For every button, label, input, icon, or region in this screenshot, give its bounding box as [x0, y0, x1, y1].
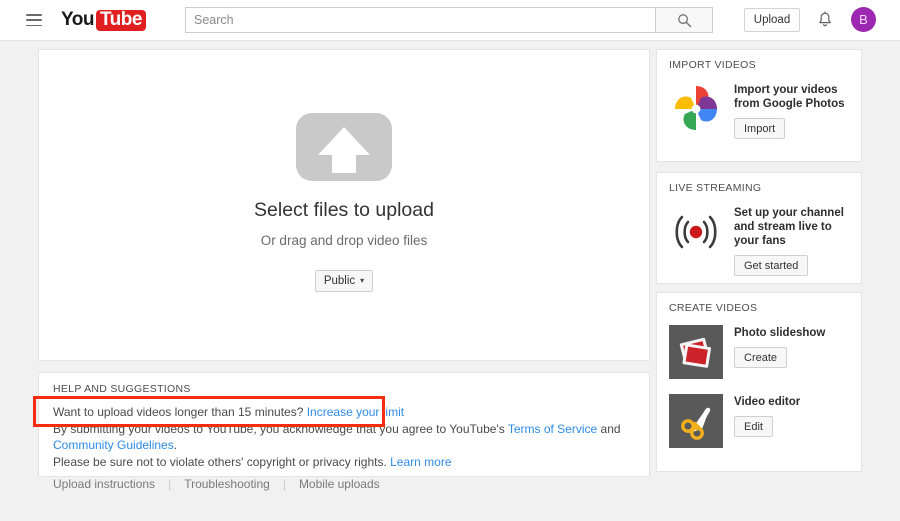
search-icon	[677, 13, 692, 28]
notifications-bell-icon[interactable]	[816, 9, 834, 31]
import-videos-heading: IMPORT VIDEOS	[669, 59, 849, 71]
user-avatar[interactable]: B	[851, 7, 876, 32]
upload-instructions-link[interactable]: Upload instructions	[53, 477, 155, 491]
learn-more-link[interactable]: Learn more	[390, 455, 451, 469]
upload-button[interactable]: Upload	[744, 8, 800, 32]
upload-dropzone-inner: Select files to upload Or drag and drop …	[39, 50, 649, 360]
help-copyright-text: Please be sure not to violate others' co…	[53, 455, 390, 469]
help-and-suggestions-card: HELP AND SUGGESTIONS Want to upload vide…	[38, 372, 650, 477]
logo-you-text: You	[61, 10, 94, 30]
hamburger-menu-icon[interactable]	[26, 14, 42, 26]
live-streaming-card: LIVE STREAMING Set up your channel and s…	[656, 172, 862, 284]
increase-your-limit-link[interactable]: Increase your limit	[307, 405, 404, 419]
upload-dropzone-card[interactable]: Select files to upload Or drag and drop …	[38, 49, 650, 361]
upload-arrow-icon[interactable]	[296, 113, 392, 181]
photo-slideshow-row: Photo slideshow Create	[669, 325, 849, 379]
upload-title: Select files to upload	[254, 199, 434, 222]
import-button[interactable]: Import	[734, 118, 785, 139]
chevron-down-icon: ▾	[360, 277, 364, 285]
terms-of-service-link[interactable]: Terms of Service	[508, 422, 597, 436]
help-terms-period: .	[174, 438, 177, 452]
live-streaming-body: Set up your channel and stream live to y…	[734, 205, 849, 276]
help-limit-text: Want to upload videos longer than 15 min…	[53, 405, 307, 419]
help-terms-and: and	[597, 422, 620, 436]
community-guidelines-link[interactable]: Community Guidelines	[53, 438, 174, 452]
photo-slideshow-body: Photo slideshow Create	[734, 325, 825, 368]
search-button[interactable]	[655, 7, 713, 33]
edit-video-button[interactable]: Edit	[734, 416, 773, 437]
google-photos-icon	[669, 82, 723, 136]
logo-tube-text: Tube	[96, 10, 146, 31]
live-streaming-row: Set up your channel and stream live to y…	[669, 205, 849, 276]
mobile-uploads-link[interactable]: Mobile uploads	[299, 477, 380, 491]
privacy-dropdown-button[interactable]: Public ▾	[315, 270, 373, 292]
top-header: You Tube Upload B	[0, 0, 900, 41]
privacy-dropdown-value: Public	[324, 275, 355, 287]
video-editor-thumb	[669, 394, 723, 448]
troubleshooting-link[interactable]: Troubleshooting	[184, 477, 270, 491]
video-editor-body: Video editor Edit	[734, 394, 800, 437]
scissors-video-editor-icon	[669, 394, 723, 448]
upload-subtitle: Or drag and drop video files	[261, 233, 428, 248]
help-heading: HELP AND SUGGESTIONS	[53, 383, 635, 395]
help-line-terms: By submitting your videos to YouTube, yo…	[53, 421, 635, 454]
photo-slideshow-title: Photo slideshow	[734, 326, 825, 340]
video-editor-row: Video editor Edit	[669, 394, 849, 448]
live-streaming-heading: LIVE STREAMING	[669, 182, 849, 194]
link-separator: |	[283, 477, 286, 491]
help-line-limit: Want to upload videos longer than 15 min…	[53, 404, 635, 421]
youtube-logo[interactable]: You Tube	[61, 10, 146, 30]
create-videos-heading: CREATE VIDEOS	[669, 302, 849, 314]
import-videos-text: Import your videos from Google Photos	[734, 83, 849, 111]
get-started-button[interactable]: Get started	[734, 255, 808, 276]
import-videos-row: Import your videos from Google Photos Im…	[669, 82, 849, 139]
link-separator: |	[168, 477, 171, 491]
live-broadcast-icon	[669, 205, 723, 259]
help-terms-text: By submitting your videos to YouTube, yo…	[53, 422, 508, 436]
video-editor-title: Video editor	[734, 395, 800, 409]
import-videos-body: Import your videos from Google Photos Im…	[734, 82, 849, 139]
photo-slideshow-icon	[669, 325, 723, 379]
search-input[interactable]	[185, 7, 655, 33]
photo-slideshow-thumb	[669, 325, 723, 379]
search-bar	[185, 7, 713, 33]
create-slideshow-button[interactable]: Create	[734, 347, 787, 368]
help-footer-links: Upload instructions | Troubleshooting | …	[53, 477, 635, 491]
import-videos-card: IMPORT VIDEOS Import your videos from Go…	[656, 49, 862, 162]
live-streaming-text: Set up your channel and stream live to y…	[734, 206, 849, 248]
help-line-copyright: Please be sure not to violate others' co…	[53, 454, 635, 471]
create-videos-card: CREATE VIDEOS Photo slideshow Create	[656, 292, 862, 472]
